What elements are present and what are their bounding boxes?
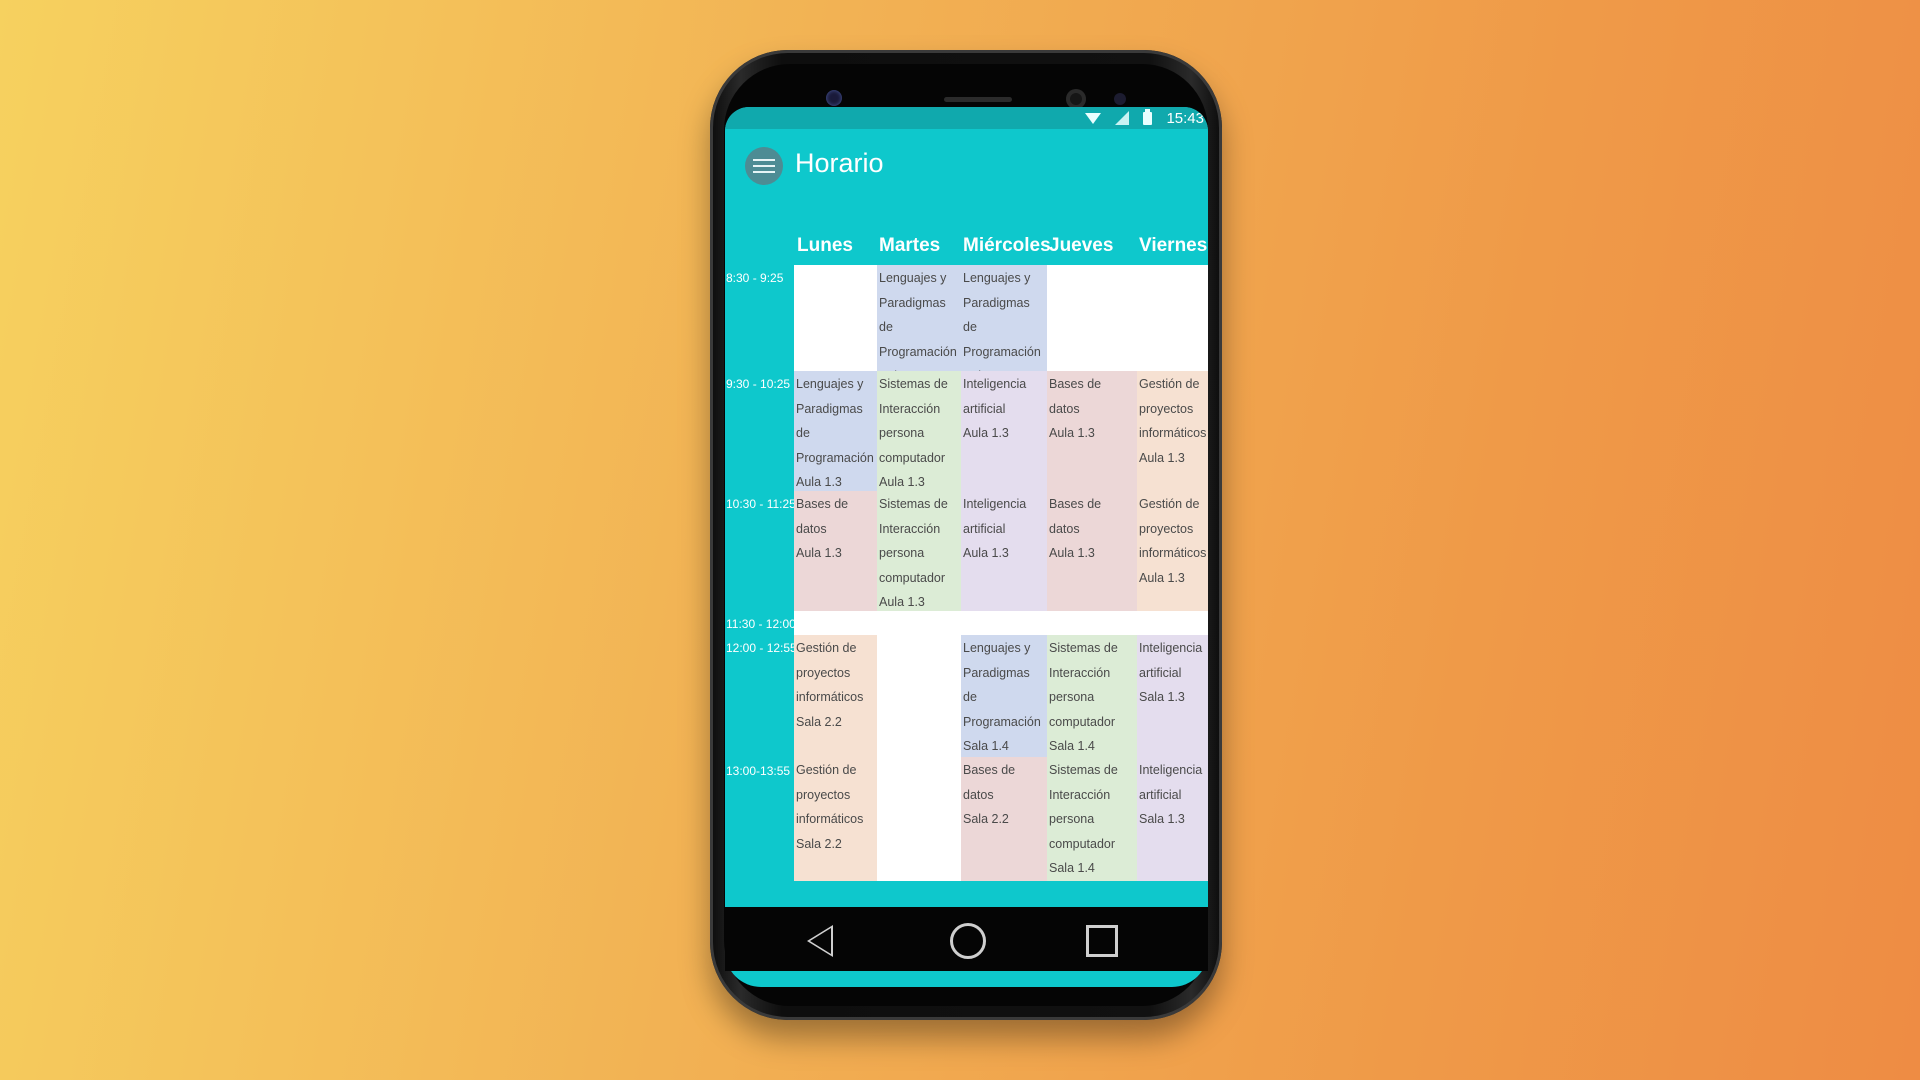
schedule-cell[interactable]: Lenguajes y Paradigmas de Programación S… <box>961 635 1047 757</box>
schedule-cell[interactable] <box>1047 265 1137 371</box>
back-icon-inner <box>810 928 831 954</box>
schedule-cell[interactable]: Sistemas de Interacción persona computad… <box>1047 757 1137 881</box>
schedule-cell[interactable]: Bases de datos Aula 1.3 <box>1047 371 1137 491</box>
time-slot-label: 10:30 - 11:25 <box>726 497 796 511</box>
time-slot-label: 13:00-13:55 <box>726 764 791 778</box>
front-camera <box>826 90 842 106</box>
schedule-cell[interactable] <box>877 635 961 757</box>
schedule-cell[interactable]: Gestión de proyectos informáticos Aula 1… <box>1137 371 1208 491</box>
schedule-cell[interactable]: Gestión de proyectos informáticos Sala 2… <box>794 635 877 757</box>
schedule-cell[interactable]: Inteligencia artificial Aula 1.3 <box>961 491 1047 611</box>
schedule-cell[interactable]: Lenguajes y Paradigmas de Programación A… <box>794 371 877 491</box>
schedule-cell[interactable]: Gestión de proyectos informáticos Sala 2… <box>794 757 877 881</box>
schedule-cell[interactable]: Inteligencia artificial Sala 1.3 <box>1137 635 1208 757</box>
schedule-cell[interactable]: Bases de datos Sala 2.2 <box>961 757 1047 881</box>
schedule-cell[interactable]: Lenguajes y Paradigmas de Programación A… <box>961 265 1047 371</box>
schedule-cell[interactable] <box>1137 265 1208 371</box>
schedule-cell[interactable] <box>794 265 877 371</box>
schedule-cell[interactable]: Inteligencia artificial Sala 1.3 <box>1137 757 1208 881</box>
day-header-lunes: Lunes <box>797 235 853 256</box>
schedule-cell[interactable]: Sistemas de Interacción persona computad… <box>877 371 961 491</box>
schedule-cell[interactable]: Gestión de proyectos informáticos Aula 1… <box>1137 491 1208 611</box>
home-icon[interactable] <box>950 923 986 959</box>
proximity-sensor <box>1066 89 1086 109</box>
day-header-viernes: Viernes <box>1139 235 1208 256</box>
app-screen: 15:43 Horario Lunes Martes Miércoles Jue… <box>725 107 1208 987</box>
time-slot-label: 8:30 - 9:25 <box>726 271 784 285</box>
time-slot-label: 9:30 - 10:25 <box>726 377 791 391</box>
light-sensor <box>1114 93 1126 105</box>
system-nav-bar <box>725 907 1208 971</box>
schedule-cell[interactable]: Sistemas de Interacción persona computad… <box>877 491 961 611</box>
schedule-cell[interactable]: Lenguajes y Paradigmas de Programación A… <box>877 265 961 371</box>
day-header-miercoles: Miércoles <box>963 235 1051 256</box>
schedule-cell[interactable] <box>877 757 961 881</box>
earpiece-speaker <box>944 97 1012 102</box>
schedule-cell[interactable]: Sistemas de Interacción persona computad… <box>1047 635 1137 757</box>
day-header-jueves: Jueves <box>1049 235 1114 256</box>
time-slot-label: 12:00 - 12:55 <box>726 641 797 655</box>
time-slot-label: 11:30 - 12:00 <box>726 617 796 631</box>
day-header-martes: Martes <box>879 235 941 256</box>
schedule-cell[interactable]: Bases de datos Aula 1.3 <box>794 491 877 611</box>
schedule-cell[interactable]: Inteligencia artificial Aula 1.3 <box>961 371 1047 491</box>
schedule-cell[interactable]: Bases de datos Aula 1.3 <box>1047 491 1137 611</box>
recent-apps-icon[interactable] <box>1086 925 1118 957</box>
schedule-table: Lunes Martes Miércoles Jueves Viernes 8:… <box>725 107 1208 987</box>
break-row <box>794 611 1208 635</box>
